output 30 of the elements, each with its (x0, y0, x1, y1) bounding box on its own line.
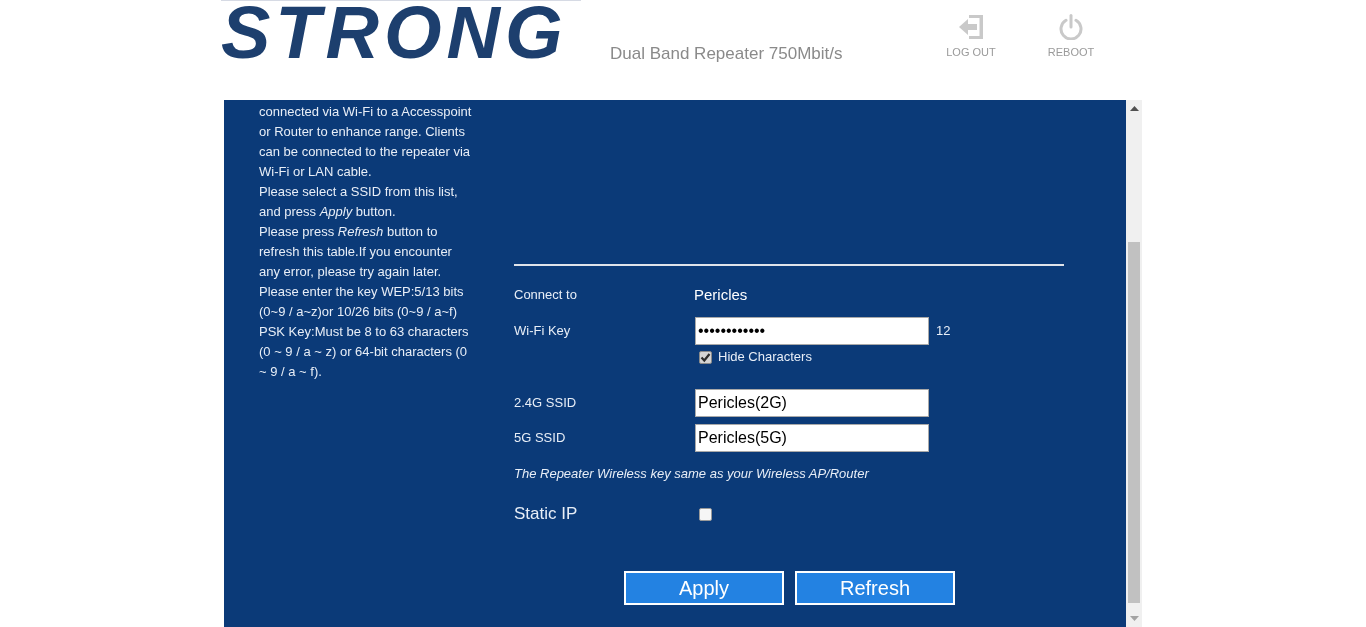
field-label: Wi-Fi Key (514, 322, 572, 340)
network-name: Pericles (694, 285, 748, 305)
scrollbar[interactable] (1126, 100, 1142, 627)
page-title: Dual Band Repeater 750Mbit/s (610, 43, 843, 65)
help-text: PSK Key:Must be 8 to 63 characters (0 ~ 9 / a ~ z) or 64-bit characters (0 ~ 9 / a ~ f). (259, 323, 470, 381)
scroll-up-arrow-icon[interactable] (1129, 106, 1139, 111)
note-text: The Repeater Wireless key same as your Wireless AP/Router (514, 465, 871, 483)
power-icon (1059, 14, 1083, 40)
static-ip-checkbox[interactable] (699, 507, 712, 521)
field-label: Static IP (514, 503, 579, 525)
field-label: 5G SSID (514, 429, 567, 447)
refresh-button[interactable]: Refresh (795, 571, 955, 605)
logout-icon (958, 14, 984, 40)
reboot-button[interactable]: REBOOT (1031, 14, 1111, 59)
help-text: Please press Refresh button to refresh this table.If you encounter any error, please try again later. (259, 223, 453, 281)
apply-button[interactable]: Apply (624, 571, 784, 605)
checkbox-label: Hide Characters (718, 348, 812, 366)
field-label: Connect to (514, 286, 578, 304)
logout-button[interactable]: LOG OUT (931, 14, 1011, 59)
help-text: connected via Wi-Fi to a Accesspoint or Router to enhance range. Clients can be connected to the repeater via Wi-Fi or LAN cable. (259, 103, 473, 181)
key-length-text: 12 (936, 322, 951, 340)
logo: STRONG (221, 0, 581, 65)
ssid-field[interactable]: Pericles(2G) (695, 389, 929, 417)
hide-characters-checkbox[interactable] (699, 350, 712, 364)
scrollbar-thumb[interactable] (1128, 242, 1140, 603)
help-text: Please select a SSID from this list, and press Apply button. (259, 183, 459, 221)
wifi-key-field[interactable]: •••••••••••• (695, 317, 929, 345)
help-text: Please enter the key WEP:5/13 bits (0~9 / a~z)or 10/26 bits (0~9 / a~f) (259, 283, 465, 321)
field-label: 2.4G SSID (514, 394, 578, 412)
ssid-field[interactable]: Pericles(5G) (695, 424, 929, 452)
